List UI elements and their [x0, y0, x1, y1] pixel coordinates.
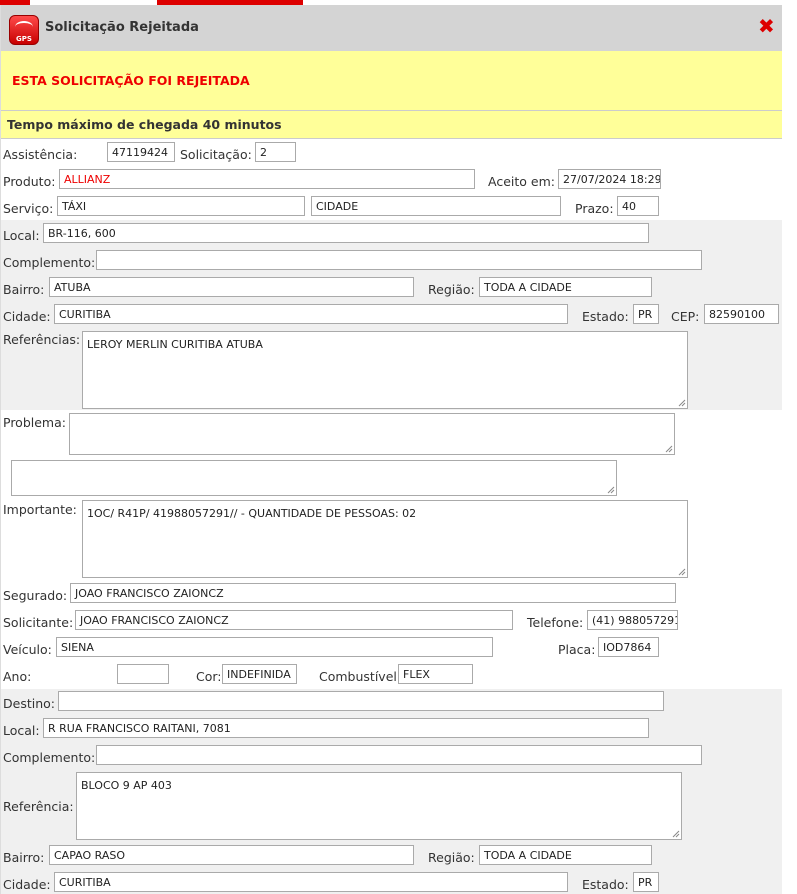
complemento-label: Complemento:	[3, 255, 96, 270]
referencias-label: Referências:	[3, 332, 81, 347]
prazo-label: Prazo:	[575, 201, 614, 216]
dialog-titlebar: GPS Solicitação Rejeitada ✖	[1, 5, 782, 51]
dest-local-label: Local:	[3, 723, 40, 738]
cep-label: CEP:	[671, 309, 700, 324]
combustivel-label: Combustível:	[319, 669, 402, 684]
prazo-field[interactable]: 40	[617, 196, 659, 216]
destino-label: Destino:	[3, 696, 55, 711]
veiculo-field[interactable]: SIENA	[56, 637, 493, 657]
aceito-field[interactable]: 27/07/2024 18:29	[558, 169, 661, 189]
dest-regiao-label: Região:	[428, 850, 475, 865]
solicitacao-field[interactable]: 2	[255, 142, 296, 162]
time-notice-bar: Tempo máximo de chegada 40 minutos	[1, 111, 782, 139]
placa-label: Placa:	[558, 642, 596, 657]
ano-field[interactable]	[117, 664, 169, 684]
dest-complemento-field[interactable]	[96, 745, 702, 765]
rejection-alert: ESTA SOLICITAÇÃO FOI REJEITADA	[1, 51, 782, 111]
problema-textarea[interactable]	[69, 413, 675, 455]
alert-message: ESTA SOLICITAÇÃO FOI REJEITADA	[12, 73, 250, 88]
cor-field[interactable]: INDEFINIDA	[222, 664, 297, 684]
dest-complemento-label: Complemento:	[3, 750, 96, 765]
regiao-label: Região:	[428, 282, 475, 297]
dest-regiao-field[interactable]: TODA A CIDADE	[479, 845, 652, 865]
solicitacao-label: Solicitação:	[180, 147, 252, 162]
combustivel-field[interactable]: FLEX	[398, 664, 473, 684]
telefone-field[interactable]: (41) 988057291	[587, 610, 678, 630]
cor-label: Cor:	[196, 669, 222, 684]
telefone-label: Telefone:	[527, 615, 584, 630]
problema-extra-textarea[interactable]	[11, 460, 617, 496]
destino-field[interactable]	[58, 691, 664, 711]
importante-textarea[interactable]: 1OC/ R41P/ 41988057291// - QUANTIDADE DE…	[82, 500, 688, 578]
local-field[interactable]: BR-116, 600	[43, 223, 649, 243]
produto-field[interactable]: ALLIANZ	[59, 169, 475, 189]
time-notice: Tempo máximo de chegada 40 minutos	[7, 117, 282, 132]
dest-referencia-textarea[interactable]: BLOCO 9 AP 403	[76, 772, 682, 840]
gps-logo-icon: GPS	[9, 15, 39, 45]
request-dialog: GPS Solicitação Rejeitada ✖ ESTA SOLICIT…	[0, 5, 782, 894]
referencias-textarea[interactable]: LEROY MERLIN CURITIBA ATUBA	[82, 331, 688, 409]
segurado-field[interactable]: JOAO FRANCISCO ZAIONCZ	[70, 583, 676, 603]
dest-bairro-field[interactable]: CAPAO RASO	[49, 845, 414, 865]
servico-field[interactable]: TÁXI	[57, 196, 305, 216]
dest-bairro-label: Bairro:	[3, 850, 45, 865]
bairro-label: Bairro:	[3, 282, 45, 297]
solicitante-label: Solicitante:	[3, 615, 74, 630]
close-icon[interactable]: ✖	[758, 16, 775, 36]
solicitante-field[interactable]: JOAO FRANCISCO ZAIONCZ	[75, 610, 513, 630]
cep-field[interactable]: 82590100	[704, 304, 779, 324]
bairro-field[interactable]: ATUBA	[49, 277, 414, 297]
cidade-field[interactable]: CURITIBA	[54, 304, 568, 324]
ano-label: Ano:	[3, 669, 32, 684]
dest-cidade-label: Cidade:	[3, 877, 51, 892]
assistencia-label: Assistência:	[3, 147, 78, 162]
aceito-label: Aceito em:	[488, 174, 555, 189]
dialog-title: Solicitação Rejeitada	[45, 20, 199, 35]
problema-label: Problema:	[3, 415, 66, 430]
placa-field[interactable]: IOD7864	[598, 637, 659, 657]
estado-field[interactable]: PR	[633, 304, 659, 324]
dest-cidade-field[interactable]: CURITIBA	[54, 872, 568, 892]
dest-estado-label: Estado:	[582, 877, 629, 892]
produto-label: Produto:	[3, 174, 56, 189]
dest-referencia-label: Referência:	[3, 799, 74, 814]
cidade-label: Cidade:	[3, 309, 51, 324]
importante-label: Importante:	[3, 502, 77, 517]
dest-estado-field[interactable]: PR	[633, 872, 659, 892]
servico-label: Serviço:	[3, 201, 54, 216]
regiao-field[interactable]: TODA A CIDADE	[479, 277, 652, 297]
veiculo-label: Veículo:	[3, 642, 52, 657]
servico-type-field[interactable]: CIDADE	[311, 196, 561, 216]
assistencia-field[interactable]: 47119424	[107, 142, 175, 162]
complemento-field[interactable]	[96, 250, 702, 270]
local-label: Local:	[3, 228, 40, 243]
dest-local-field[interactable]: R RUA FRANCISCO RAITANI, 7081	[43, 718, 649, 738]
segurado-label: Segurado:	[3, 588, 68, 603]
estado-label: Estado:	[582, 309, 629, 324]
